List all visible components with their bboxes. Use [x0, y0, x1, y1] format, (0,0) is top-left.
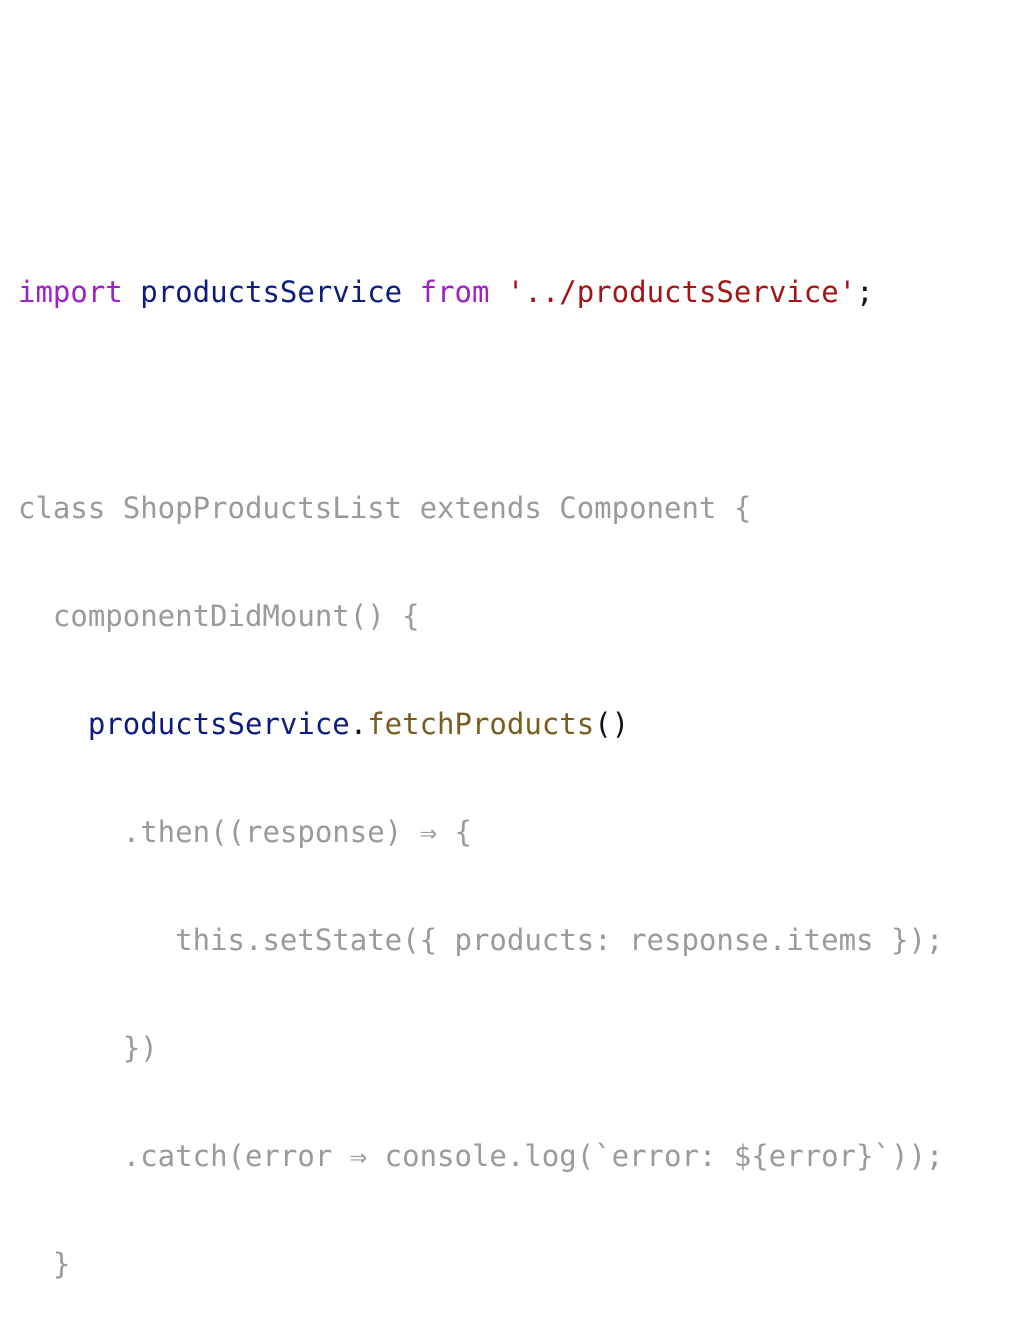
- fetch-method: fetchProducts: [367, 707, 595, 741]
- from-keyword: from: [419, 275, 490, 309]
- code-line-4-text: componentDidMount() {: [52, 599, 420, 633]
- imported-identifier: productsService: [140, 275, 403, 309]
- code-line-10: }: [18, 1246, 1018, 1282]
- code-line-6: .then((response) ⇒ {: [18, 814, 1018, 850]
- code-snippet: import productsService from '../products…: [18, 202, 1018, 1318]
- import-keyword: import: [18, 275, 123, 309]
- code-line-4: componentDidMount() {: [18, 598, 1018, 634]
- code-line-6-text: .then((response) ⇒ {: [122, 815, 472, 849]
- import-path-string: '../productsService': [506, 275, 857, 309]
- code-line-9: .catch(error ⇒ console.log(`error: ${err…: [18, 1138, 1018, 1174]
- code-line-7-text: this.setState({ products: response.items…: [175, 923, 944, 957]
- code-line-8: }): [18, 1030, 1018, 1066]
- code-line-1: import productsService from '../products…: [18, 274, 1018, 310]
- service-object: productsService: [87, 707, 350, 741]
- code-line-10-text: }: [52, 1247, 71, 1281]
- code-line-9-text: .catch(error ⇒ console.log(`error: ${err…: [122, 1139, 944, 1173]
- semicolon: ;: [856, 275, 874, 309]
- code-line-3: class ShopProductsList extends Component…: [18, 491, 752, 525]
- code-line-5: productsService.fetchProducts(): [18, 706, 1018, 742]
- code-line-7: this.setState({ products: response.items…: [18, 922, 1018, 958]
- member-dot: .: [349, 707, 368, 741]
- call-parens: (): [594, 707, 630, 741]
- code-line-2-blank: [18, 382, 1018, 418]
- code-line-8-text: }): [122, 1031, 158, 1065]
